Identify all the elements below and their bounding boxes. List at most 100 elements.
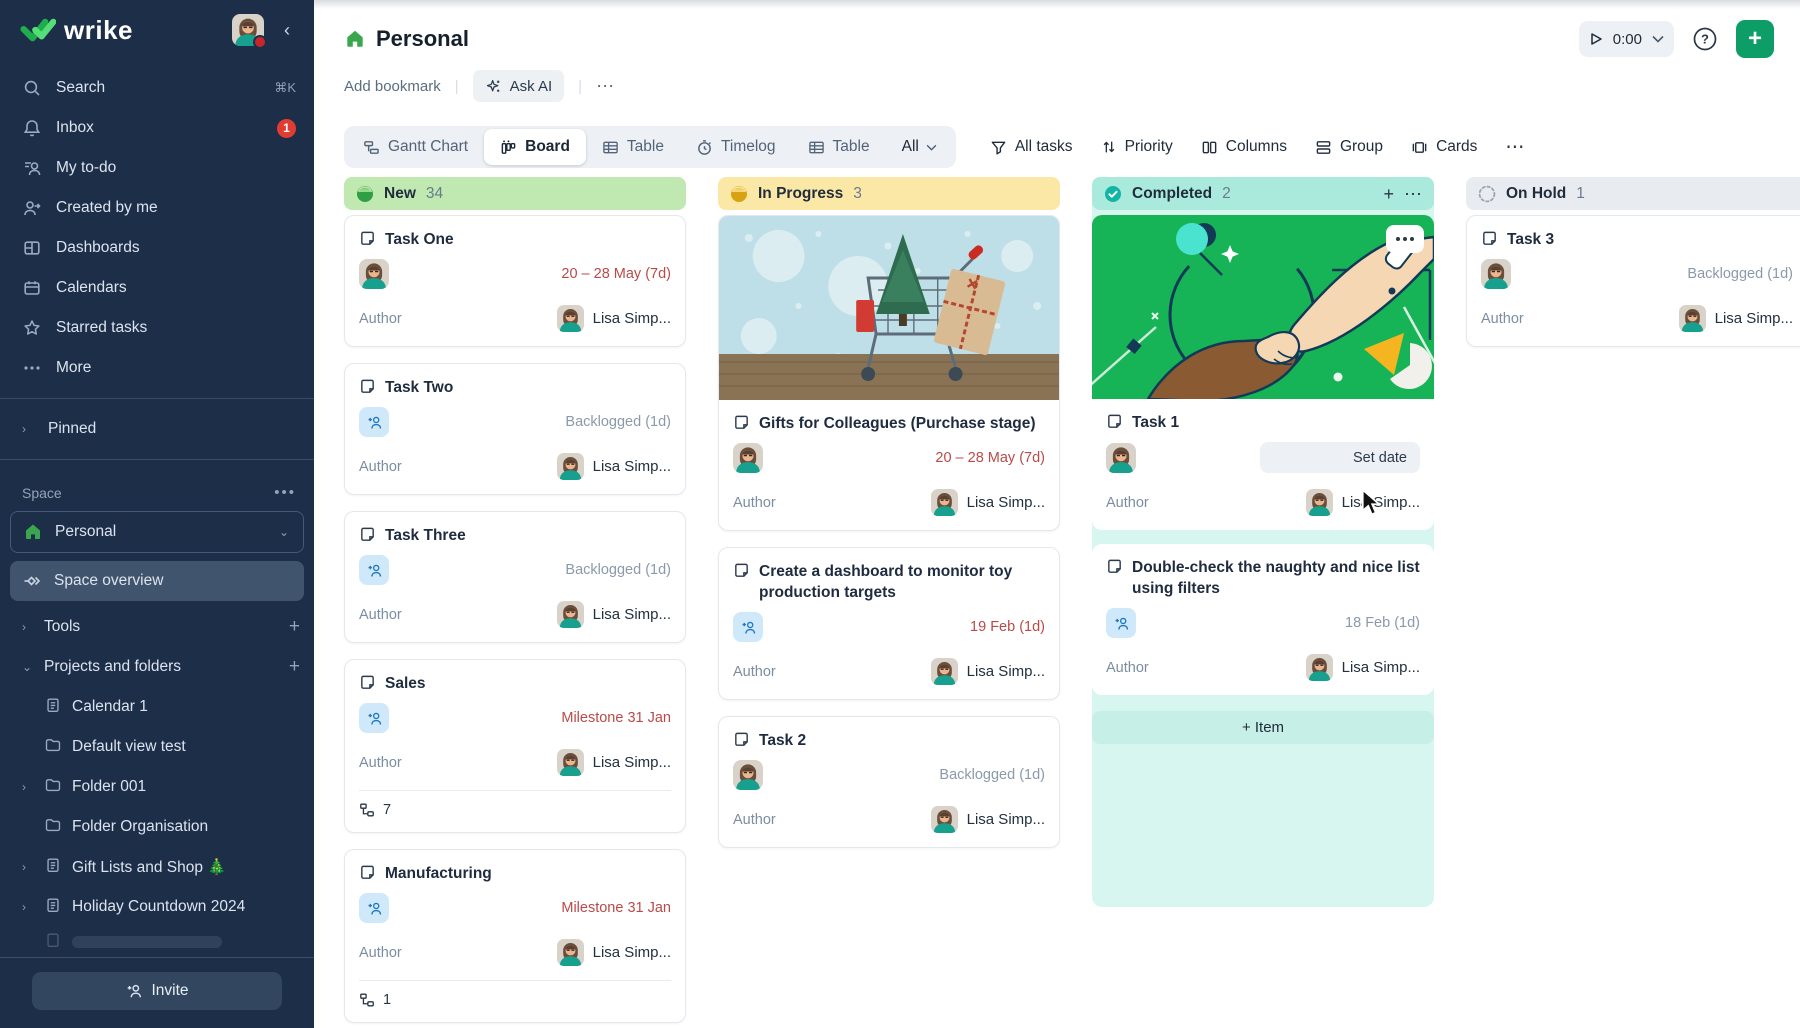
column-menu-button[interactable]: ⋯ [1404,185,1422,203]
sidebar-item-gift-lists[interactable]: › Gift Lists and Shop 🎄 [0,847,314,887]
columns-button[interactable]: Columns [1201,138,1287,156]
author-value[interactable]: Lisa Simp... [1679,305,1793,332]
column-in-progress-header[interactable]: In Progress 3 [718,177,1060,210]
sidebar-item-tools[interactable]: › Tools + [0,607,314,647]
tab-board[interactable]: Board [484,129,586,165]
add-tool-button[interactable]: + [289,616,300,638]
create-new-button[interactable]: + [1736,20,1774,58]
toolbar-more-button[interactable]: ⋯ [1505,136,1526,159]
sidebar-item-starred-tasks[interactable]: Starred tasks [0,308,314,348]
sidebar-item-folder-001[interactable]: › Folder 001 [0,767,314,807]
header-more-button[interactable]: ⋯ [596,76,616,97]
sidebar-item-folder-organisation[interactable]: Folder Organisation [0,807,314,847]
due-date[interactable]: 18 Feb (1d) [1345,615,1420,631]
add-item-button[interactable]: + Item [1092,711,1434,744]
task-card[interactable]: Task One 20 – 28 May (7d) Author Lisa Si… [344,215,686,347]
chevron-down-icon[interactable] [1652,35,1664,43]
tab-table-1[interactable]: Table [586,129,680,165]
subitems-footer[interactable]: 1 [359,980,671,1008]
sidebar-item-search[interactable]: Search ⌘K [0,68,314,108]
card-image-menu-button[interactable] [1386,225,1424,253]
sidebar-collapse-button[interactable]: ‹ [274,20,300,41]
sidebar-item-projects-and-folders[interactable]: ⌄ Projects and folders + [0,647,314,687]
author-value[interactable]: Lisa Simp... [557,939,671,966]
column-completed-header[interactable]: Completed 2 + ⋯ [1092,177,1434,210]
add-assignee-button[interactable] [733,612,763,642]
task-card[interactable]: Task Three Backlogged (1d) Author Lisa S… [344,511,686,643]
tab-timelog[interactable]: Timelog [680,129,792,165]
due-date[interactable]: 20 – 28 May (7d) [935,450,1045,466]
sidebar-item-more[interactable]: More [0,348,314,388]
due-date[interactable]: Backlogged (1d) [565,414,671,430]
assignee-avatar[interactable] [359,259,389,289]
task-card[interactable]: Manufacturing Milestone 31 Jan Author Li… [344,849,686,1023]
sidebar-item-default-view-test[interactable]: Default view test [0,727,314,767]
subitems-footer[interactable]: 7 [359,790,671,818]
add-assignee-button[interactable] [359,407,389,437]
author-value[interactable]: Lisa Simp... [557,601,671,628]
due-date[interactable]: Backlogged (1d) [1687,266,1793,282]
author-value[interactable]: Lisa Simp... [557,453,671,480]
author-value[interactable]: Lisa Simp... [1306,654,1420,681]
author-value[interactable]: Lisa Simp... [931,658,1045,685]
set-date-button[interactable]: Set date [1260,442,1420,473]
sort-priority-button[interactable]: Priority [1101,138,1173,156]
due-date[interactable]: Milestone 31 Jan [561,900,671,916]
add-bookmark-link[interactable]: Add bookmark [344,78,441,95]
due-date[interactable]: 20 – 28 May (7d) [561,266,671,282]
due-date[interactable]: Backlogged (1d) [939,767,1045,783]
add-assignee-button[interactable] [359,555,389,585]
task-card[interactable]: Task 1 Set date Author Lisa Simp... [1092,215,1434,530]
space-selector[interactable]: Personal ⌄ [10,511,304,553]
task-card[interactable]: Task 2 Backlogged (1d) Author Lisa Simp.… [718,716,1060,848]
timer-widget[interactable]: 0:00 [1579,21,1674,57]
play-icon[interactable] [1589,32,1603,46]
scope-dropdown[interactable]: All [886,138,953,156]
sidebar-item-calendar-1[interactable]: Calendar 1 [0,687,314,727]
sidebar-item-holiday-countdown[interactable]: › Holiday Countdown 2024 [0,887,314,927]
sidebar-item-space-overview[interactable]: Space overview [10,561,304,601]
column-on-hold-header[interactable]: On Hold 1 [1466,177,1800,210]
sidebar-item-inbox[interactable]: Inbox 1 [0,108,314,148]
due-date[interactable]: 19 Feb (1d) [970,619,1045,635]
sidebar-item-my-todo[interactable]: My to-do [0,148,314,188]
author-value[interactable]: Lisa Simp... [931,806,1045,833]
wrike-logo[interactable]: wrike [20,15,222,46]
user-avatar[interactable] [232,14,264,46]
task-card[interactable]: Task Two Backlogged (1d) Author Lisa Sim… [344,363,686,495]
group-button[interactable]: Group [1315,138,1383,156]
sidebar-item-dashboards[interactable]: Dashboards [0,228,314,268]
tab-table-2[interactable]: Table [792,129,886,165]
author-value[interactable]: Lisa Simp... [557,749,671,776]
assignee-avatar[interactable] [733,760,763,790]
ask-ai-button[interactable]: Ask AI [473,70,565,102]
due-date[interactable]: Milestone 31 Jan [561,710,671,726]
task-card[interactable]: Sales Milestone 31 Jan Author Lisa Simp.… [344,659,686,833]
filter-all-tasks-button[interactable]: All tasks [990,138,1073,156]
status-completed-icon [1104,185,1122,203]
author-value[interactable]: Lisa Simp... [557,305,671,332]
add-assignee-button[interactable] [359,703,389,733]
column-new-header[interactable]: New 34 [344,177,686,210]
space-menu-button[interactable]: ••• [274,484,296,501]
add-assignee-button[interactable] [359,893,389,923]
add-assignee-button[interactable] [1106,608,1136,638]
help-button[interactable]: ? [1690,24,1720,54]
sidebar-item-calendars[interactable]: Calendars [0,268,314,308]
tab-gantt-chart[interactable]: Gantt Chart [347,129,484,165]
invite-button[interactable]: Invite [32,972,282,1010]
add-card-button[interactable]: + [1383,185,1394,203]
cards-button[interactable]: Cards [1411,138,1477,156]
task-card[interactable]: Create a dashboard to monitor toy produc… [718,547,1060,700]
assignee-avatar[interactable] [1106,443,1136,473]
task-card[interactable]: Double-check the naughty and nice list u… [1092,544,1434,695]
assignee-avatar[interactable] [1481,259,1511,289]
sidebar-item-pinned[interactable]: › Pinned [0,409,314,449]
due-date[interactable]: Backlogged (1d) [565,562,671,578]
author-value[interactable]: Lisa Simp... [931,489,1045,516]
assignee-avatar[interactable] [733,443,763,473]
add-project-button[interactable]: + [289,656,300,678]
task-card[interactable]: Task 3 Backlogged (1d) Author Lisa Simp.… [1466,215,1800,347]
sidebar-item-created-by-me[interactable]: Created by me [0,188,314,228]
task-card[interactable]: Gifts for Colleagues (Purchase stage) 20… [718,215,1060,531]
